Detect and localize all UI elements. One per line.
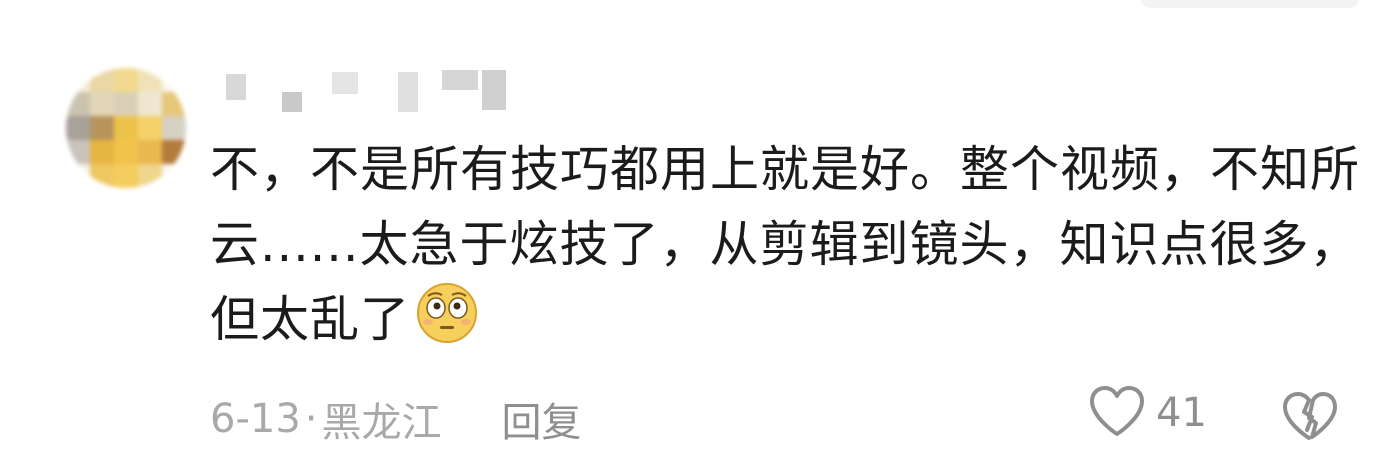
like-button[interactable]: 41 [1088, 384, 1207, 442]
comment-text: 不，不是所有技巧都用上就是好。整个视频，不知所云......太急于炫技了，从剪辑… [210, 141, 1361, 348]
dislike-button[interactable] [1282, 390, 1338, 446]
broken-heart-outline-icon [1282, 392, 1338, 446]
like-count: 41 [1156, 390, 1207, 436]
comment-body: 不，不是所有技巧都用上就是好。整个视频，不知所云......太急于炫技了，从剪辑… [210, 132, 1360, 357]
flushed-face-emoji-icon [416, 282, 478, 344]
heart-outline-icon [1088, 384, 1146, 442]
reply-button[interactable]: 回复 [502, 390, 582, 448]
comment-card: 不，不是所有技巧都用上就是好。整个视频，不知所云......太急于炫技了，从剪辑… [0, 0, 1400, 472]
username-blurred[interactable] [212, 66, 532, 114]
comment-date: 6-13 [210, 396, 301, 442]
meta-separator: · [304, 396, 318, 442]
previous-item-edge [1140, 0, 1360, 8]
avatar[interactable] [66, 68, 186, 188]
comment-meta: 6-13 · 黑龙江 回复 [210, 390, 582, 448]
comment-location: 黑龙江 [321, 400, 442, 446]
